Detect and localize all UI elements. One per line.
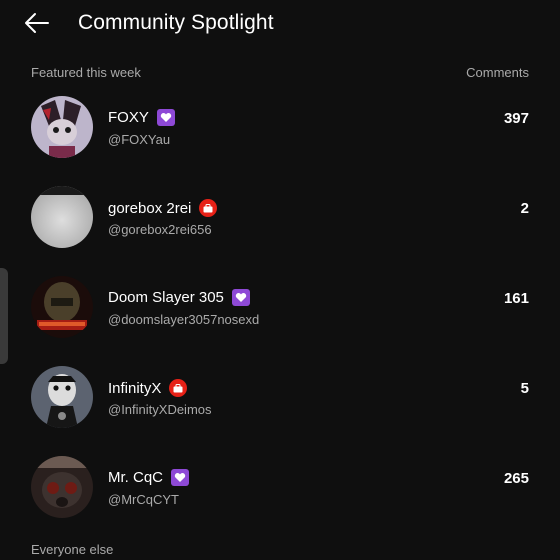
member-heart-icon	[156, 109, 175, 126]
member-heart-icon	[171, 469, 190, 486]
featured-label: Featured this week	[31, 65, 141, 80]
member-handle: @gorebox2rei656	[108, 222, 212, 237]
member-handle: @FOXYau	[108, 132, 171, 147]
everyone-else-section-header: Everyone else	[31, 542, 529, 557]
member-handle: @doomslayer3057nosexd	[108, 312, 260, 327]
member-row[interactable]: Mr. CqC @MrCqCYT 265	[0, 452, 560, 542]
member-name[interactable]: FOXY	[108, 109, 149, 126]
sponsor-badge-icon	[199, 199, 218, 217]
side-drawer-handle[interactable]	[0, 268, 8, 364]
comment-count: 2	[520, 200, 529, 217]
member-row[interactable]: FOXY @FOXYau 397	[0, 92, 560, 182]
comment-count: 265	[503, 470, 529, 487]
featured-section-header: Featured this week Comments	[31, 65, 529, 80]
avatar[interactable]	[31, 276, 93, 338]
avatar[interactable]	[31, 366, 93, 428]
everyone-else-label: Everyone else	[31, 542, 114, 557]
member-row[interactable]: InfinityX @InfinityXDeimos 5	[0, 362, 560, 452]
sponsor-badge-icon	[169, 379, 188, 397]
member-name[interactable]: gorebox 2rei	[108, 200, 191, 217]
comment-count: 397	[503, 110, 529, 127]
member-name[interactable]: Mr. CqC	[108, 469, 163, 486]
avatar[interactable]	[31, 186, 93, 248]
comment-count: 5	[520, 380, 529, 397]
member-name[interactable]: InfinityX	[108, 380, 161, 397]
member-name[interactable]: Doom Slayer 305	[108, 289, 224, 306]
top-bar: Community Spotlight	[0, 0, 560, 48]
page-title: Community Spotlight	[78, 11, 274, 34]
member-handle: @InfinityXDeimos	[108, 402, 212, 417]
member-row[interactable]: gorebox 2rei @gorebox2rei656 2	[0, 182, 560, 272]
featured-members-list: FOXY @FOXYau 397 gorebox 2rei @gorebox2r…	[0, 92, 560, 542]
back-arrow-icon[interactable]	[22, 10, 52, 36]
member-heart-icon	[231, 289, 250, 306]
member-handle: @MrCqCYT	[108, 492, 179, 507]
avatar[interactable]	[31, 96, 93, 158]
member-row[interactable]: Doom Slayer 305 @doomslayer3057nosexd 16…	[0, 272, 560, 362]
comments-column-label: Comments	[466, 65, 529, 80]
avatar[interactable]	[31, 456, 93, 518]
comment-count: 161	[503, 290, 529, 307]
